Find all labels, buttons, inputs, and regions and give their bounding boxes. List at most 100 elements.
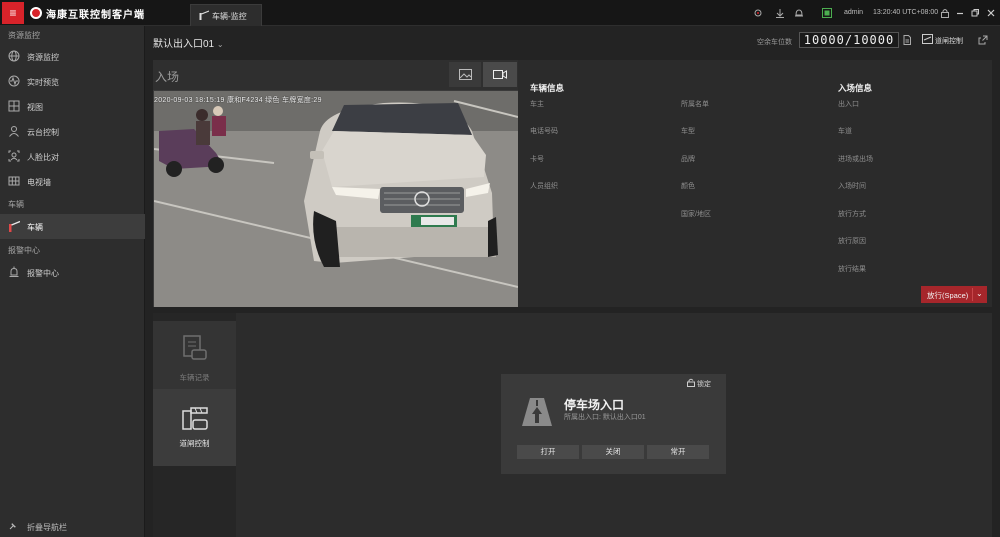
tv-wall-icon xyxy=(8,176,20,186)
sidebar-item-face-compare[interactable]: 人脸比对 xyxy=(0,144,145,169)
tab-vehicle-records[interactable]: 车辆记录 xyxy=(153,321,236,398)
release-divider xyxy=(972,288,973,301)
gate-card: 锁定 停车场入口 所属出入口: 默认出入口01 打开 关闭 常开 xyxy=(501,374,726,474)
sidebar-item-alarm-center[interactable]: 报警中心 xyxy=(0,260,145,285)
sidebar-item-label: 云台控制 xyxy=(27,128,59,137)
field-owner: 车主 xyxy=(530,101,544,108)
vehicle-record-icon xyxy=(183,335,207,360)
vehicle-info-panel: 车辆信息 车主 电话号码 卡号 人员组织 所属名单 车型 品牌 颜色 国家/地区… xyxy=(518,60,992,307)
barrier-gate-icon xyxy=(9,220,20,232)
document-icon[interactable] xyxy=(902,35,912,45)
tab-barrier-control-label: 道闸控制 xyxy=(179,439,210,448)
sidebar-item-view[interactable]: 视图 xyxy=(0,94,145,119)
sidebar-item-ptz-control[interactable]: 云台控制 xyxy=(0,119,145,144)
sidebar-item-label: 资源监控 xyxy=(27,53,59,62)
image-mode-button[interactable] xyxy=(449,62,481,87)
field-entrance: 出入口 xyxy=(838,101,859,108)
release-button[interactable]: 放行(Space) ⌄ xyxy=(921,286,987,303)
entrance-dropdown-value: 默认出入口01 xyxy=(153,39,215,50)
sidebar-section-alarm: 报警中心 xyxy=(8,246,40,255)
field-card-no: 卡号 xyxy=(530,156,544,163)
minimize-icon[interactable] xyxy=(955,8,965,18)
face-compare-icon xyxy=(8,150,20,162)
entry-info-title: 入场信息 xyxy=(838,83,873,93)
sidebar-item-label: 车辆 xyxy=(27,223,43,232)
download-icon[interactable] xyxy=(775,8,785,18)
field-release-reason: 放行原因 xyxy=(838,238,866,245)
sidebar-section-resources: 资源监控 xyxy=(8,31,40,40)
gate-entrance: 所属出入口: 默认出入口01 xyxy=(564,414,646,421)
lock-label: 锁定 xyxy=(697,381,711,388)
gate-name: 停车场入口 xyxy=(564,398,625,412)
tab-barrier-control[interactable]: 道闸控制 xyxy=(153,389,236,466)
popout-icon[interactable] xyxy=(978,35,988,45)
parking-lane-icon xyxy=(522,398,552,426)
alarm-bell-icon xyxy=(9,266,19,277)
network-icon[interactable] xyxy=(753,8,763,18)
image-icon xyxy=(459,69,472,80)
lock-icon[interactable] xyxy=(940,8,950,18)
barrier-gate-icon xyxy=(199,10,209,20)
tab-label: 车辆-监控 xyxy=(212,12,247,21)
video-panel: 入场 2020-09-03 18:15:19 康和F4234 绿色 车牌宽度:2… xyxy=(153,60,518,307)
field-direction: 进场或出场 xyxy=(838,156,873,163)
live-video-frame[interactable]: 2020-09-03 18:15:19 康和F4234 绿色 车牌宽度:29 xyxy=(154,91,518,307)
video-osd-text: 2020-09-03 18:15:19 康和F4234 绿色 车牌宽度:29 xyxy=(154,97,322,104)
system-clock: 13:20:40 UTC+08:00 xyxy=(873,9,939,16)
free-spots-counter: 10000/10000 xyxy=(799,32,899,48)
field-organization: 人员组织 xyxy=(530,183,558,190)
field-brand: 品牌 xyxy=(681,156,695,163)
sidebar-item-label: 视图 xyxy=(27,103,43,112)
grid-view-icon xyxy=(8,100,20,112)
main-menu-button[interactable]: ≡ xyxy=(2,2,24,24)
sidebar: 资源监控 资源监控 实时预览 视图 云台控制 人脸比对 电视墙 车辆 车辆 报警… xyxy=(0,26,145,537)
video-scene xyxy=(154,91,518,307)
close-icon[interactable] xyxy=(986,8,996,18)
sidebar-item-label: 实时预览 xyxy=(27,78,59,87)
sidebar-item-label: 人脸比对 xyxy=(27,153,59,162)
sidebar-item-label: 报警中心 xyxy=(27,269,59,278)
field-lane: 车道 xyxy=(838,128,852,135)
tab-vehicle-records-label: 车辆记录 xyxy=(179,373,210,382)
bell-icon[interactable] xyxy=(794,8,804,18)
field-entry-time: 入场时间 xyxy=(838,183,866,190)
free-spots-label: 空余车位数 xyxy=(757,39,792,46)
sidebar-item-tv-wall[interactable]: 电视墙 xyxy=(0,169,145,194)
video-header: 入场 xyxy=(153,60,518,90)
sidebar-item-vehicle[interactable]: 车辆 xyxy=(0,214,145,239)
title-bar: ≡ 海康互联控制客户端 车辆-监控 admin 13:20:40 UTC+08:… xyxy=(0,0,1000,26)
close-gate-button[interactable]: 关闭 xyxy=(582,445,644,459)
release-button-label: 放行(Space) xyxy=(927,291,969,300)
open-gate-button[interactable]: 打开 xyxy=(517,445,579,459)
sidebar-item-live-view[interactable]: 实时预览 xyxy=(0,69,145,94)
barrier-control-icon xyxy=(922,34,933,44)
chevron-down-icon[interactable]: ⌄ xyxy=(976,289,983,298)
barrier-control-icon xyxy=(182,407,208,430)
user-name[interactable]: admin xyxy=(844,9,863,16)
field-release-result: 放行结果 xyxy=(838,266,866,273)
sidebar-item-label: 电视墙 xyxy=(27,178,51,187)
app-logo-icon xyxy=(30,7,42,19)
restore-icon[interactable] xyxy=(970,8,980,18)
keep-open-button[interactable]: 常开 xyxy=(647,445,709,459)
sidebar-item-resource-monitor[interactable]: 资源监控 xyxy=(0,44,145,69)
field-vehicle-type: 车型 xyxy=(681,128,695,135)
sidebar-section-vehicle: 车辆 xyxy=(8,200,24,209)
collapse-nav-label: 折叠导航栏 xyxy=(27,523,67,532)
pin-icon xyxy=(9,523,16,530)
video-mode-button[interactable] xyxy=(483,62,517,87)
field-country: 国家/地区 xyxy=(681,211,711,218)
field-list: 所属名单 xyxy=(681,101,709,108)
system-status-icon[interactable] xyxy=(822,8,832,18)
tab-vehicle-monitor[interactable]: 车辆-监控 xyxy=(190,4,262,26)
entrance-dropdown[interactable]: 默认出入口01 ⌄ xyxy=(153,35,224,50)
field-color: 颜色 xyxy=(681,183,695,190)
wave-icon xyxy=(8,75,20,87)
bottom-tabs: 车辆记录 道闸控制 xyxy=(153,313,236,537)
video-title: 入场 xyxy=(155,70,180,84)
lock-toggle[interactable]: 锁定 xyxy=(687,378,711,389)
globe-icon xyxy=(8,50,20,62)
vehicle-info-title: 车辆信息 xyxy=(530,83,565,93)
barrier-control-label: 道闸控制 xyxy=(935,38,963,45)
field-phone: 电话号码 xyxy=(530,128,558,135)
